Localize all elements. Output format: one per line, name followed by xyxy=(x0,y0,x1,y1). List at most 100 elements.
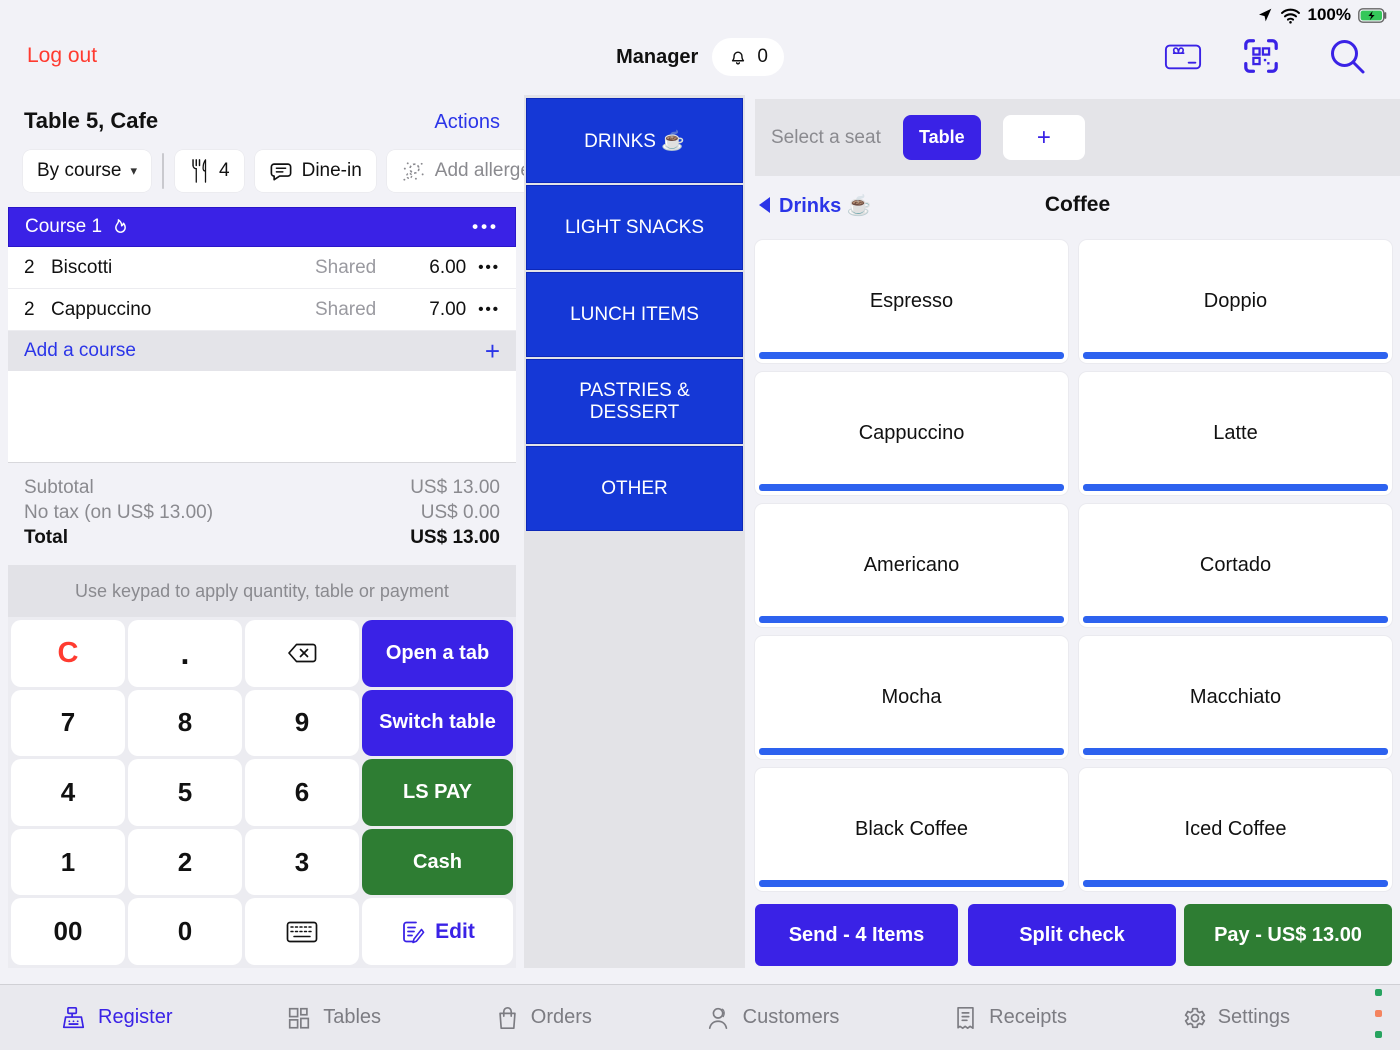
category-light-snacks[interactable]: LIGHT SNACKS xyxy=(526,185,743,270)
orders-bag-icon xyxy=(495,1005,520,1031)
keypad-6-button[interactable]: 6 xyxy=(245,759,359,826)
status-dot-green xyxy=(1375,1031,1382,1038)
product-tile-cortado[interactable]: Cortado xyxy=(1079,504,1392,627)
nav-customers[interactable]: Customers xyxy=(706,1005,840,1031)
cash-button[interactable]: Cash xyxy=(362,829,513,896)
course-header[interactable]: Course 1 ••• xyxy=(8,207,516,247)
order-item-row[interactable]: 2 Biscotti Shared 6.00 ••• xyxy=(8,247,516,289)
keypad-1-button[interactable]: 1 xyxy=(11,829,125,896)
user-name[interactable]: Manager xyxy=(616,46,698,69)
order-toolbar: By course ▾ 4 Dine-in Add allergen xyxy=(23,150,556,192)
switch-table-button[interactable]: Switch table xyxy=(362,690,513,757)
category-other[interactable]: OTHER xyxy=(526,446,743,531)
course-more-icon[interactable]: ••• xyxy=(472,217,499,237)
keypad-clear-button[interactable]: C xyxy=(11,620,125,687)
tax-value: US$ 0.00 xyxy=(421,500,500,525)
gift-card-button[interactable] xyxy=(1163,36,1203,76)
keypad-2-button[interactable]: 2 xyxy=(128,829,242,896)
notifications-button[interactable]: 0 xyxy=(712,38,784,76)
item-seat: Shared xyxy=(315,257,376,279)
split-check-button[interactable]: Split check xyxy=(968,904,1176,966)
ls-pay-button[interactable]: LS PAY xyxy=(362,759,513,826)
course-name: Course 1 xyxy=(25,216,102,238)
tax-label: No tax (on US$ 13.00) xyxy=(24,500,213,525)
keypad-5-button[interactable]: 5 xyxy=(128,759,242,826)
keypad-3-button[interactable]: 3 xyxy=(245,829,359,896)
keypad-8-button[interactable]: 8 xyxy=(128,690,242,757)
nav-receipts[interactable]: Receipts xyxy=(953,1005,1067,1031)
pay-button[interactable]: Pay - US$ 13.00 xyxy=(1184,904,1392,966)
keypad-decimal-button[interactable]: . xyxy=(128,620,242,687)
search-button[interactable] xyxy=(1327,36,1367,76)
order-header: Table 5, Cafe Actions xyxy=(8,108,516,134)
add-seat-button[interactable]: + xyxy=(1003,115,1085,160)
order-type-label: Dine-in xyxy=(302,160,362,182)
keypad-backspace-button[interactable] xyxy=(245,620,359,687)
keyboard-toggle-button[interactable] xyxy=(245,898,359,965)
category-drinks[interactable]: DRINKS ☕ xyxy=(526,98,743,183)
status-dot-orange xyxy=(1375,1010,1382,1017)
product-tile-iced-coffee[interactable]: Iced Coffee xyxy=(1079,768,1392,891)
keypad-4-button[interactable]: 4 xyxy=(11,759,125,826)
connection-status-dots xyxy=(1375,989,1382,1038)
subtotal-row: Subtotal US$ 13.00 xyxy=(24,475,500,500)
product-tile-americano[interactable]: Americano xyxy=(755,504,1068,627)
guest-count: 4 xyxy=(219,160,230,182)
product-tile-espresso[interactable]: Espresso xyxy=(755,240,1068,363)
keypad-9-button[interactable]: 9 xyxy=(245,690,359,757)
item-more-icon[interactable]: ••• xyxy=(478,301,500,318)
nav-orders[interactable]: Orders xyxy=(495,1005,592,1031)
customers-icon xyxy=(706,1005,732,1031)
order-type-button[interactable]: Dine-in xyxy=(255,150,376,192)
subtotal-value: US$ 13.00 xyxy=(410,475,500,500)
send-button[interactable]: Send - 4 Items xyxy=(755,904,958,966)
nav-customers-label: Customers xyxy=(743,1006,840,1029)
status-dot-green xyxy=(1375,989,1382,996)
order-items-panel: Course 1 ••• 2 Biscotti Shared 6.00 ••• … xyxy=(8,207,516,462)
keypad-00-button[interactable]: 00 xyxy=(11,898,125,965)
seat-table-button[interactable]: Table xyxy=(903,115,981,160)
order-item-row[interactable]: 2 Cappuccino Shared 7.00 ••• xyxy=(8,289,516,331)
nav-receipts-label: Receipts xyxy=(989,1006,1067,1029)
nav-register[interactable]: Register xyxy=(60,1005,172,1031)
category-pastries-dessert[interactable]: PASTRIES & DESSERT xyxy=(526,359,743,444)
nav-orders-label: Orders xyxy=(531,1006,592,1029)
bottom-nav: Register Tables Orders Customers Receipt… xyxy=(0,984,1400,1050)
open-tab-button[interactable]: Open a tab xyxy=(362,620,513,687)
register-icon xyxy=(60,1005,87,1031)
add-course-button[interactable]: Add a course + xyxy=(8,331,516,371)
product-tile-mocha[interactable]: Mocha xyxy=(755,636,1068,759)
total-label: Total xyxy=(24,525,68,550)
nav-tables[interactable]: Tables xyxy=(286,1005,381,1031)
actions-link[interactable]: Actions xyxy=(434,111,500,134)
scan-button[interactable] xyxy=(1241,36,1281,76)
view-mode-label: By course xyxy=(37,160,121,182)
product-tile-cappuccino[interactable]: Cappuccino xyxy=(755,372,1068,495)
product-tile-black-coffee[interactable]: Black Coffee xyxy=(755,768,1068,891)
nav-settings[interactable]: Settings xyxy=(1181,1005,1290,1031)
edit-label: Edit xyxy=(435,920,475,944)
backspace-icon xyxy=(286,641,318,665)
keypad-hint: Use keypad to apply quantity, table or p… xyxy=(8,565,516,617)
totals-section: Subtotal US$ 13.00 No tax (on US$ 13.00)… xyxy=(8,462,516,550)
seat-selector: Select a seat Table + xyxy=(755,99,1400,176)
keypad-7-button[interactable]: 7 xyxy=(11,690,125,757)
item-qty: 2 xyxy=(24,257,51,279)
fire-icon xyxy=(112,218,129,237)
product-tile-doppio[interactable]: Doppio xyxy=(1079,240,1392,363)
table-title: Table 5, Cafe xyxy=(24,108,158,134)
item-more-icon[interactable]: ••• xyxy=(478,259,500,276)
notification-count: 0 xyxy=(757,46,768,68)
item-seat: Shared xyxy=(315,299,376,321)
guest-count-button[interactable]: 4 xyxy=(175,150,244,192)
keypad-0-button[interactable]: 0 xyxy=(128,898,242,965)
product-tile-macchiato[interactable]: Macchiato xyxy=(1079,636,1392,759)
tax-row: No tax (on US$ 13.00) US$ 0.00 xyxy=(24,500,500,525)
add-course-label: Add a course xyxy=(24,340,136,362)
product-tile-latte[interactable]: Latte xyxy=(1079,372,1392,495)
view-mode-dropdown[interactable]: By course ▾ xyxy=(23,150,151,192)
wifi-icon xyxy=(1280,7,1301,24)
category-lunch-items[interactable]: LUNCH ITEMS xyxy=(526,272,743,357)
receipts-icon xyxy=(953,1005,978,1031)
edit-button[interactable]: Edit xyxy=(362,898,513,965)
